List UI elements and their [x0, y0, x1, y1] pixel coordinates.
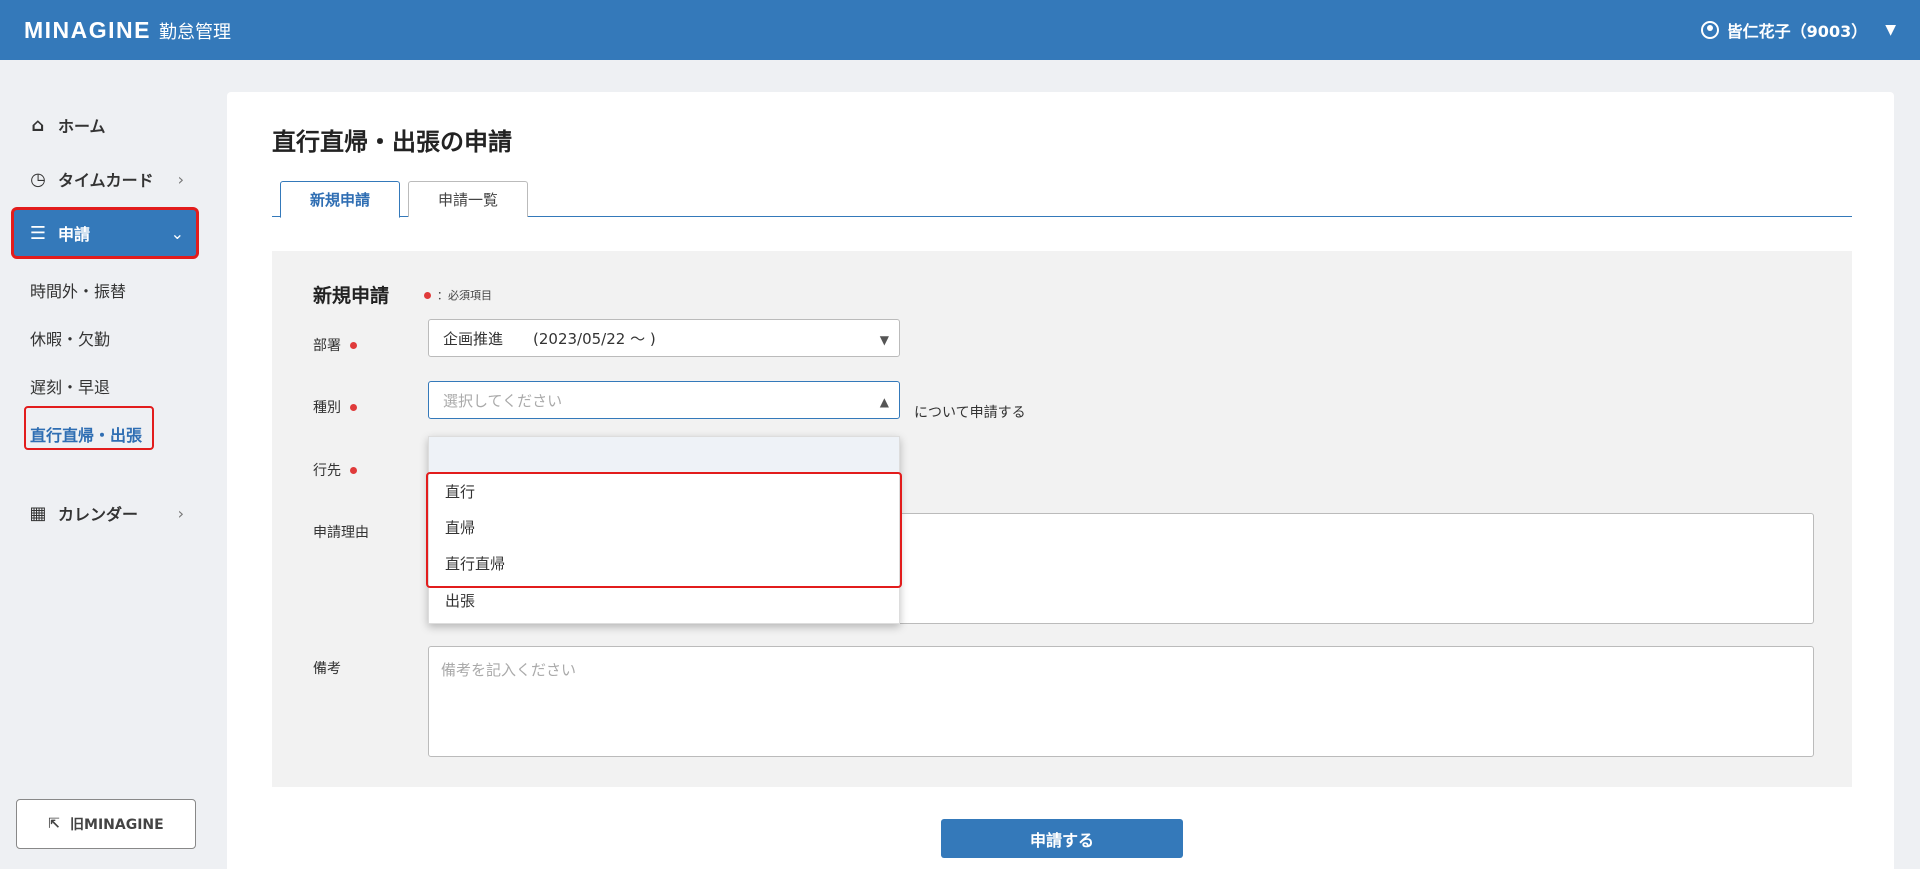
- notes-placeholder: 備考を記入ください: [441, 661, 577, 679]
- department-label: 部署: [313, 335, 357, 355]
- brand-logo: MINAGINE: [24, 16, 151, 43]
- dropdown-option-blank[interactable]: [429, 437, 899, 473]
- tab-new-application[interactable]: 新規申請: [280, 181, 400, 218]
- app-name: 勤怠管理: [159, 21, 231, 43]
- chevron-down-icon: ▼: [1885, 22, 1896, 38]
- type-select[interactable]: 選択してください ▲: [428, 381, 900, 419]
- sidebar-item-home[interactable]: ⌂ ホーム: [14, 102, 196, 148]
- reason-label: 申請理由: [313, 522, 369, 542]
- top-bar: MINAGINE 勤怠管理 皆仁花子（9003） ▼: [0, 0, 1920, 60]
- form-title: 新規申請: [313, 285, 390, 307]
- sidebar-item-application[interactable]: ☰ 申請 ⌄: [14, 210, 196, 256]
- external-link-icon: ⇱: [48, 816, 61, 832]
- notes-label-text: 備考: [313, 661, 341, 677]
- highlight-box: [24, 406, 154, 450]
- sidebar-subitem-leave[interactable]: 休暇・欠勤: [30, 326, 110, 350]
- sidebar-subitem-overtime[interactable]: 時間外・振替: [30, 278, 126, 302]
- required-dot: [350, 403, 357, 411]
- sidebar-item-label: カレンダー: [58, 505, 139, 524]
- submit-button[interactable]: 申請する: [941, 819, 1183, 858]
- highlight-box: [426, 472, 902, 588]
- type-label: 種別: [313, 397, 357, 417]
- sidebar-item-label: 申請: [58, 225, 91, 244]
- notes-textarea[interactable]: 備考を記入ください: [428, 646, 1814, 757]
- tab-application-list[interactable]: 申請一覧: [408, 181, 528, 217]
- sidebar-subitem-late[interactable]: 遅刻・早退: [30, 374, 110, 398]
- required-legend-text: ：必須項目: [437, 289, 492, 302]
- caret-up-icon: ▲: [879, 395, 889, 409]
- required-legend: ：必須項目: [424, 287, 492, 303]
- calendar-icon: ▦: [29, 502, 47, 524]
- user-name: 皆仁花子（9003）: [1726, 22, 1868, 41]
- chevron-right-icon: ›: [177, 503, 184, 523]
- required-dot: [424, 291, 431, 299]
- department-select[interactable]: 企画推進 (2023/05/22 〜 ) ▼: [428, 319, 900, 357]
- sidebar: ⌂ ホーム ◷ タイムカード › ☰ 申請 ⌄ 時間外・振替 休暇・欠勤 遅刻・…: [0, 60, 210, 869]
- caret-down-icon: ▼: [879, 333, 889, 347]
- old-minagine-button[interactable]: ⇱ 旧MINAGINE: [16, 799, 196, 849]
- user-circle-icon: [1700, 21, 1719, 39]
- required-dot: [350, 466, 357, 474]
- old-minagine-label: 旧MINAGINE: [70, 817, 164, 833]
- notes-label: 備考: [313, 658, 341, 678]
- sidebar-item-calendar[interactable]: ▦ カレンダー ›: [14, 490, 196, 536]
- sidebar-item-timecard[interactable]: ◷ タイムカード ›: [14, 156, 196, 202]
- inbox-icon: ☰: [29, 222, 47, 244]
- clock-icon: ◷: [30, 168, 46, 190]
- department-value: 企画推進 (2023/05/22 〜 ): [443, 329, 656, 348]
- sidebar-item-label: タイムカード: [58, 171, 154, 190]
- home-icon: ⌂: [31, 114, 45, 136]
- page-title: 直行直帰・出張の申請: [272, 128, 512, 156]
- required-dot: [350, 341, 357, 349]
- chevron-right-icon: ›: [177, 169, 184, 189]
- chevron-down-icon: ⌄: [170, 223, 184, 243]
- sidebar-item-label: ホーム: [58, 117, 106, 136]
- type-suffix: について申請する: [914, 405, 1026, 421]
- destination-label-text: 行先: [313, 463, 341, 479]
- reason-label-text: 申請理由: [313, 525, 369, 541]
- user-menu[interactable]: 皆仁花子（9003） ▼: [1700, 18, 1896, 42]
- type-placeholder: 選択してください: [443, 391, 563, 410]
- tab-bar: 新規申請 申請一覧: [272, 181, 1852, 218]
- brand[interactable]: MINAGINE 勤怠管理: [24, 17, 231, 44]
- department-label-text: 部署: [313, 338, 341, 354]
- type-label-text: 種別: [313, 400, 341, 416]
- destination-label: 行先: [313, 460, 357, 480]
